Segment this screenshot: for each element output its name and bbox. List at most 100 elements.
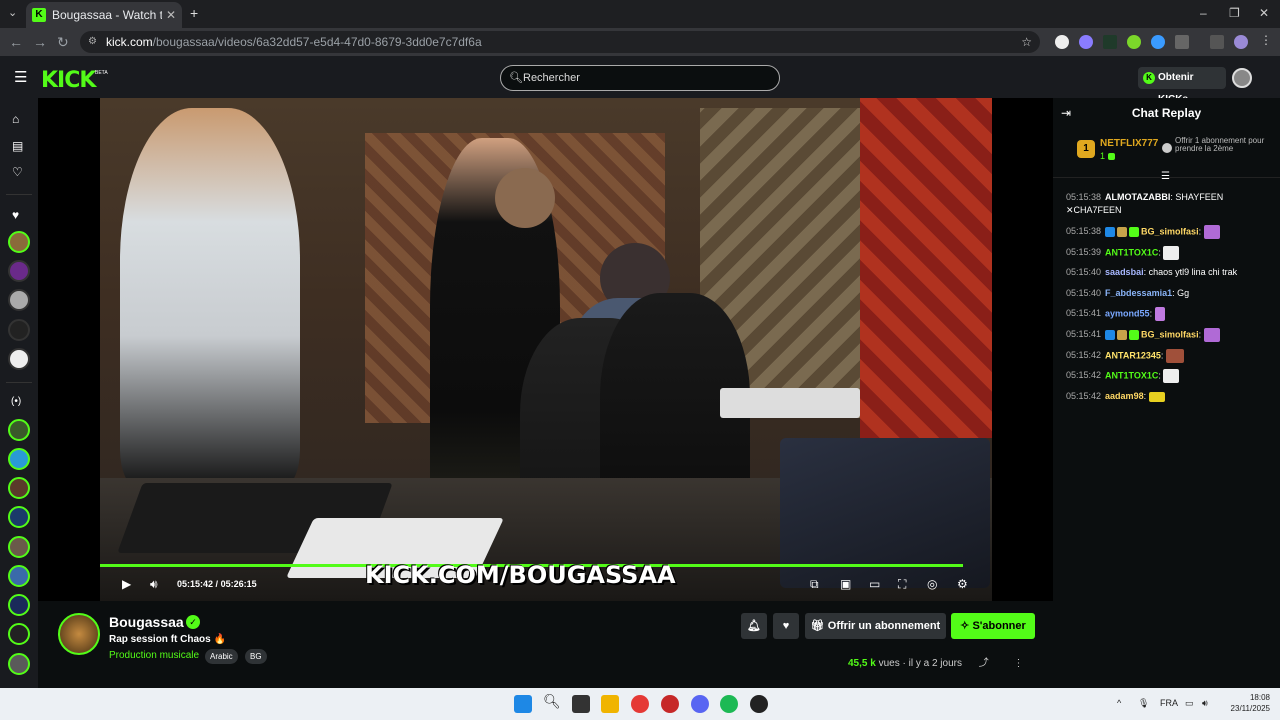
url-field[interactable]: ⚙ kick.com/bougassaa/videos/6a32dd57-e5d… (80, 31, 1040, 53)
play-icon[interactable]: ▶ (122, 577, 131, 591)
system-clock[interactable]: 18:08 23/11/2025 (1222, 692, 1270, 714)
task-view-icon[interactable] (572, 695, 590, 713)
close-tab-icon[interactable]: ✕ (166, 8, 176, 22)
followed-channel-avatar[interactable] (8, 260, 30, 282)
followed-channel-avatar[interactable] (8, 231, 30, 253)
followed-channel-avatar[interactable] (8, 319, 30, 341)
message-timestamp: 05:15:40 (1066, 267, 1102, 277)
get-kicks-button[interactable]: K Obtenir KICKs (1138, 67, 1226, 105)
speaker-icon[interactable]: 🔊︎ (1202, 698, 1208, 709)
streamer-name[interactable]: Bougassaa (109, 614, 184, 630)
spotify-icon[interactable] (720, 695, 738, 713)
notification-bell-button[interactable]: 🔔︎ (741, 613, 767, 639)
chat-message: 05:15:42 ANTAR12345: (1066, 349, 1276, 363)
profile-avatar-icon[interactable] (1234, 35, 1248, 49)
recommended-channel-avatar[interactable] (8, 448, 30, 470)
browse-icon[interactable]: ▤ (12, 139, 23, 153)
forward-icon[interactable]: → (33, 34, 47, 50)
bookmark-star-icon[interactable]: ☆ (1021, 31, 1032, 53)
browser-tab-active[interactable]: K Bougassaa - Watch the VOD ✕ (26, 2, 182, 28)
message-timestamp: 05:15:42 (1066, 370, 1102, 381)
extensions-puzzle-icon[interactable] (1175, 35, 1189, 49)
recommended-channel-avatar[interactable] (8, 623, 30, 645)
message-username[interactable]: ANT1TOX1C (1105, 370, 1158, 380)
network-icon[interactable]: ▭ (1185, 698, 1194, 709)
volume-icon[interactable]: 🔊︎ (150, 577, 158, 592)
more-options-icon[interactable]: ⋮ (1014, 658, 1024, 669)
clip-icon[interactable]: ▣ (840, 577, 851, 591)
stream-tag[interactable]: BG (245, 649, 267, 664)
new-tab-icon[interactable]: + (190, 5, 198, 21)
app-icon[interactable] (661, 695, 679, 713)
chat-filter-icon[interactable]: ☰ (1161, 171, 1170, 182)
maximize-icon[interactable]: ❐ (1229, 6, 1240, 20)
recommended-channel-avatar[interactable] (8, 653, 30, 675)
home-icon[interactable]: ⌂ (12, 112, 19, 126)
stream-tag[interactable]: Arabic (205, 649, 238, 664)
chat-title: Chat Replay (1131, 106, 1202, 120)
extension-2-icon[interactable] (1079, 35, 1093, 49)
playback-speed-icon[interactable]: ◎ (927, 577, 937, 591)
gift-icon: 🎁︎ (810, 620, 828, 632)
message-username[interactable]: ALMOTAZABBI (1105, 192, 1170, 202)
gift-offer-link[interactable]: Offrir 1 abonnement pour prendre la 2ème (1162, 137, 1275, 153)
extension-4-icon[interactable] (1127, 35, 1141, 49)
following-heart-icon[interactable]: ♡ (12, 165, 23, 179)
input-language[interactable]: FRA (1160, 698, 1178, 708)
follow-heart-button[interactable]: ♥ (773, 613, 799, 639)
message-username[interactable]: F_abdessamia1 (1105, 288, 1172, 298)
verified-check-icon: ✓ (186, 615, 200, 629)
video-frame[interactable]: KICK.COM/BOUGASSAA ▶ 🔊︎ 05:15:42 / 05:26… (100, 98, 992, 601)
back-icon[interactable]: ← (9, 34, 23, 50)
subscribe-button[interactable]: ✧ S'abonner (951, 613, 1035, 639)
recommended-channel-avatar[interactable] (8, 565, 30, 587)
message-username[interactable]: BG_simolfasi (1141, 226, 1199, 236)
tab-list-chevron-icon[interactable]: ⌄ (8, 6, 17, 19)
share-icon[interactable]: ⤴ (979, 658, 989, 669)
microphone-icon[interactable]: 🎙︎ (1138, 698, 1149, 709)
tray-chevron-icon[interactable]: ^ (1117, 698, 1121, 708)
extension-3-icon[interactable] (1103, 35, 1117, 49)
fullscreen-icon[interactable]: ⛶ (898, 577, 906, 592)
kick-logo[interactable]: KICK (41, 68, 96, 93)
gifter-username[interactable]: NETFLIX777 (1100, 138, 1158, 149)
message-timestamp: 05:15:39 (1066, 247, 1102, 258)
settings-gear-icon[interactable]: ⚙ (957, 577, 968, 591)
message-username[interactable]: aadam98 (1105, 391, 1144, 401)
reading-list-icon[interactable] (1210, 35, 1224, 49)
message-username[interactable]: ANTAR12345 (1105, 350, 1161, 360)
message-username[interactable]: BG_simolfasi (1141, 329, 1199, 339)
stream-category[interactable]: Production musicale (109, 650, 199, 661)
followed-channel-avatar[interactable] (8, 348, 30, 370)
followed-channel-avatar[interactable] (8, 289, 30, 311)
video-player-area: KICK.COM/BOUGASSAA ▶ 🔊︎ 05:15:42 / 05:26… (38, 98, 1053, 601)
message-username[interactable]: saadsbai (1105, 267, 1144, 277)
streamer-avatar[interactable] (58, 613, 100, 655)
search-input[interactable]: 🔍︎ Rechercher (500, 65, 780, 91)
extension-1-icon[interactable] (1055, 35, 1069, 49)
discord-icon[interactable] (691, 695, 709, 713)
chrome-icon[interactable] (631, 695, 649, 713)
file-explorer-icon[interactable] (601, 695, 619, 713)
recommended-channel-avatar[interactable] (8, 477, 30, 499)
minimize-icon[interactable]: – (1200, 6, 1207, 20)
steam-icon[interactable] (750, 695, 768, 713)
hamburger-menu-icon[interactable]: ☰ (14, 68, 27, 86)
windows-start-icon[interactable] (514, 695, 532, 713)
message-username[interactable]: ANT1TOX1C (1105, 247, 1158, 257)
close-window-icon[interactable]: ✕ (1259, 6, 1269, 20)
browser-menu-icon[interactable]: ⋮ (1260, 33, 1272, 47)
gift-subscription-button[interactable]: 🎁︎ Offrir un abonnement (805, 613, 946, 639)
extension-5-icon[interactable] (1151, 35, 1165, 49)
theater-mode-icon[interactable]: ▭ (869, 577, 880, 591)
taskbar-search-icon[interactable]: 🔍︎ (543, 693, 561, 711)
reload-icon[interactable]: ↻ (57, 34, 69, 51)
recommended-channel-avatar[interactable] (8, 594, 30, 616)
site-info-icon[interactable]: ⚙ (88, 31, 97, 53)
recommended-channel-avatar[interactable] (8, 506, 30, 528)
recommended-channel-avatar[interactable] (8, 419, 30, 441)
user-avatar[interactable] (1232, 68, 1252, 88)
message-username[interactable]: aymond55 (1105, 308, 1150, 318)
recommended-channel-avatar[interactable] (8, 536, 30, 558)
miniplayer-icon[interactable]: ⧉ (810, 577, 819, 592)
